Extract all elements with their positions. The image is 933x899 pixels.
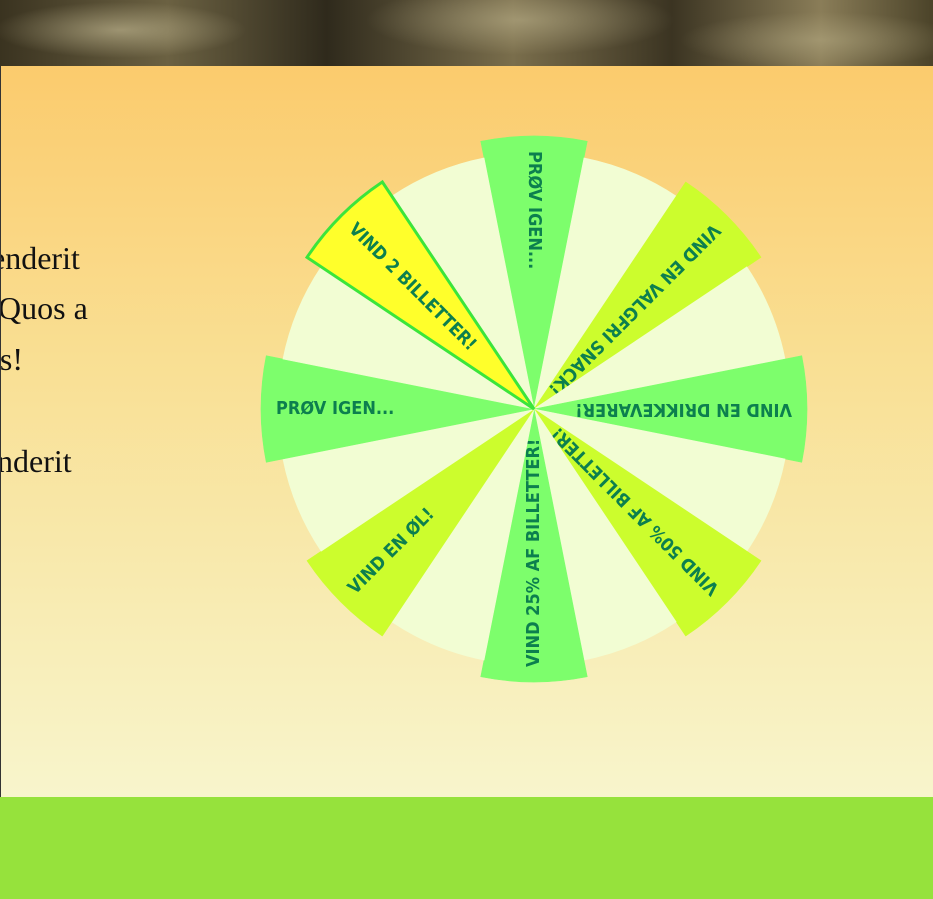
wheel-segment-label: VIND EN DRIKKEVARER!	[575, 399, 792, 420]
hero-background-strip	[0, 0, 933, 66]
footer-bar	[0, 797, 933, 899]
intro-line-2: Quos a	[1, 290, 88, 326]
prize-wheel[interactable]: PRØV IGEN...VIND EN VALGFRI SNACK!VIND E…	[258, 133, 808, 683]
wheel-segment-label: PRØV IGEN...	[276, 398, 394, 419]
wheel-segment-label: PRØV IGEN...	[524, 151, 545, 269]
intro-text: enderit Quos a ls! nderit	[1, 66, 121, 797]
intro-line-4: nderit	[1, 443, 72, 479]
intro-line-1: enderit	[1, 240, 80, 276]
intro-line-3: ls!	[1, 341, 23, 377]
wheel-segment-label: VIND 25% AF BILLETTER!	[523, 439, 544, 667]
